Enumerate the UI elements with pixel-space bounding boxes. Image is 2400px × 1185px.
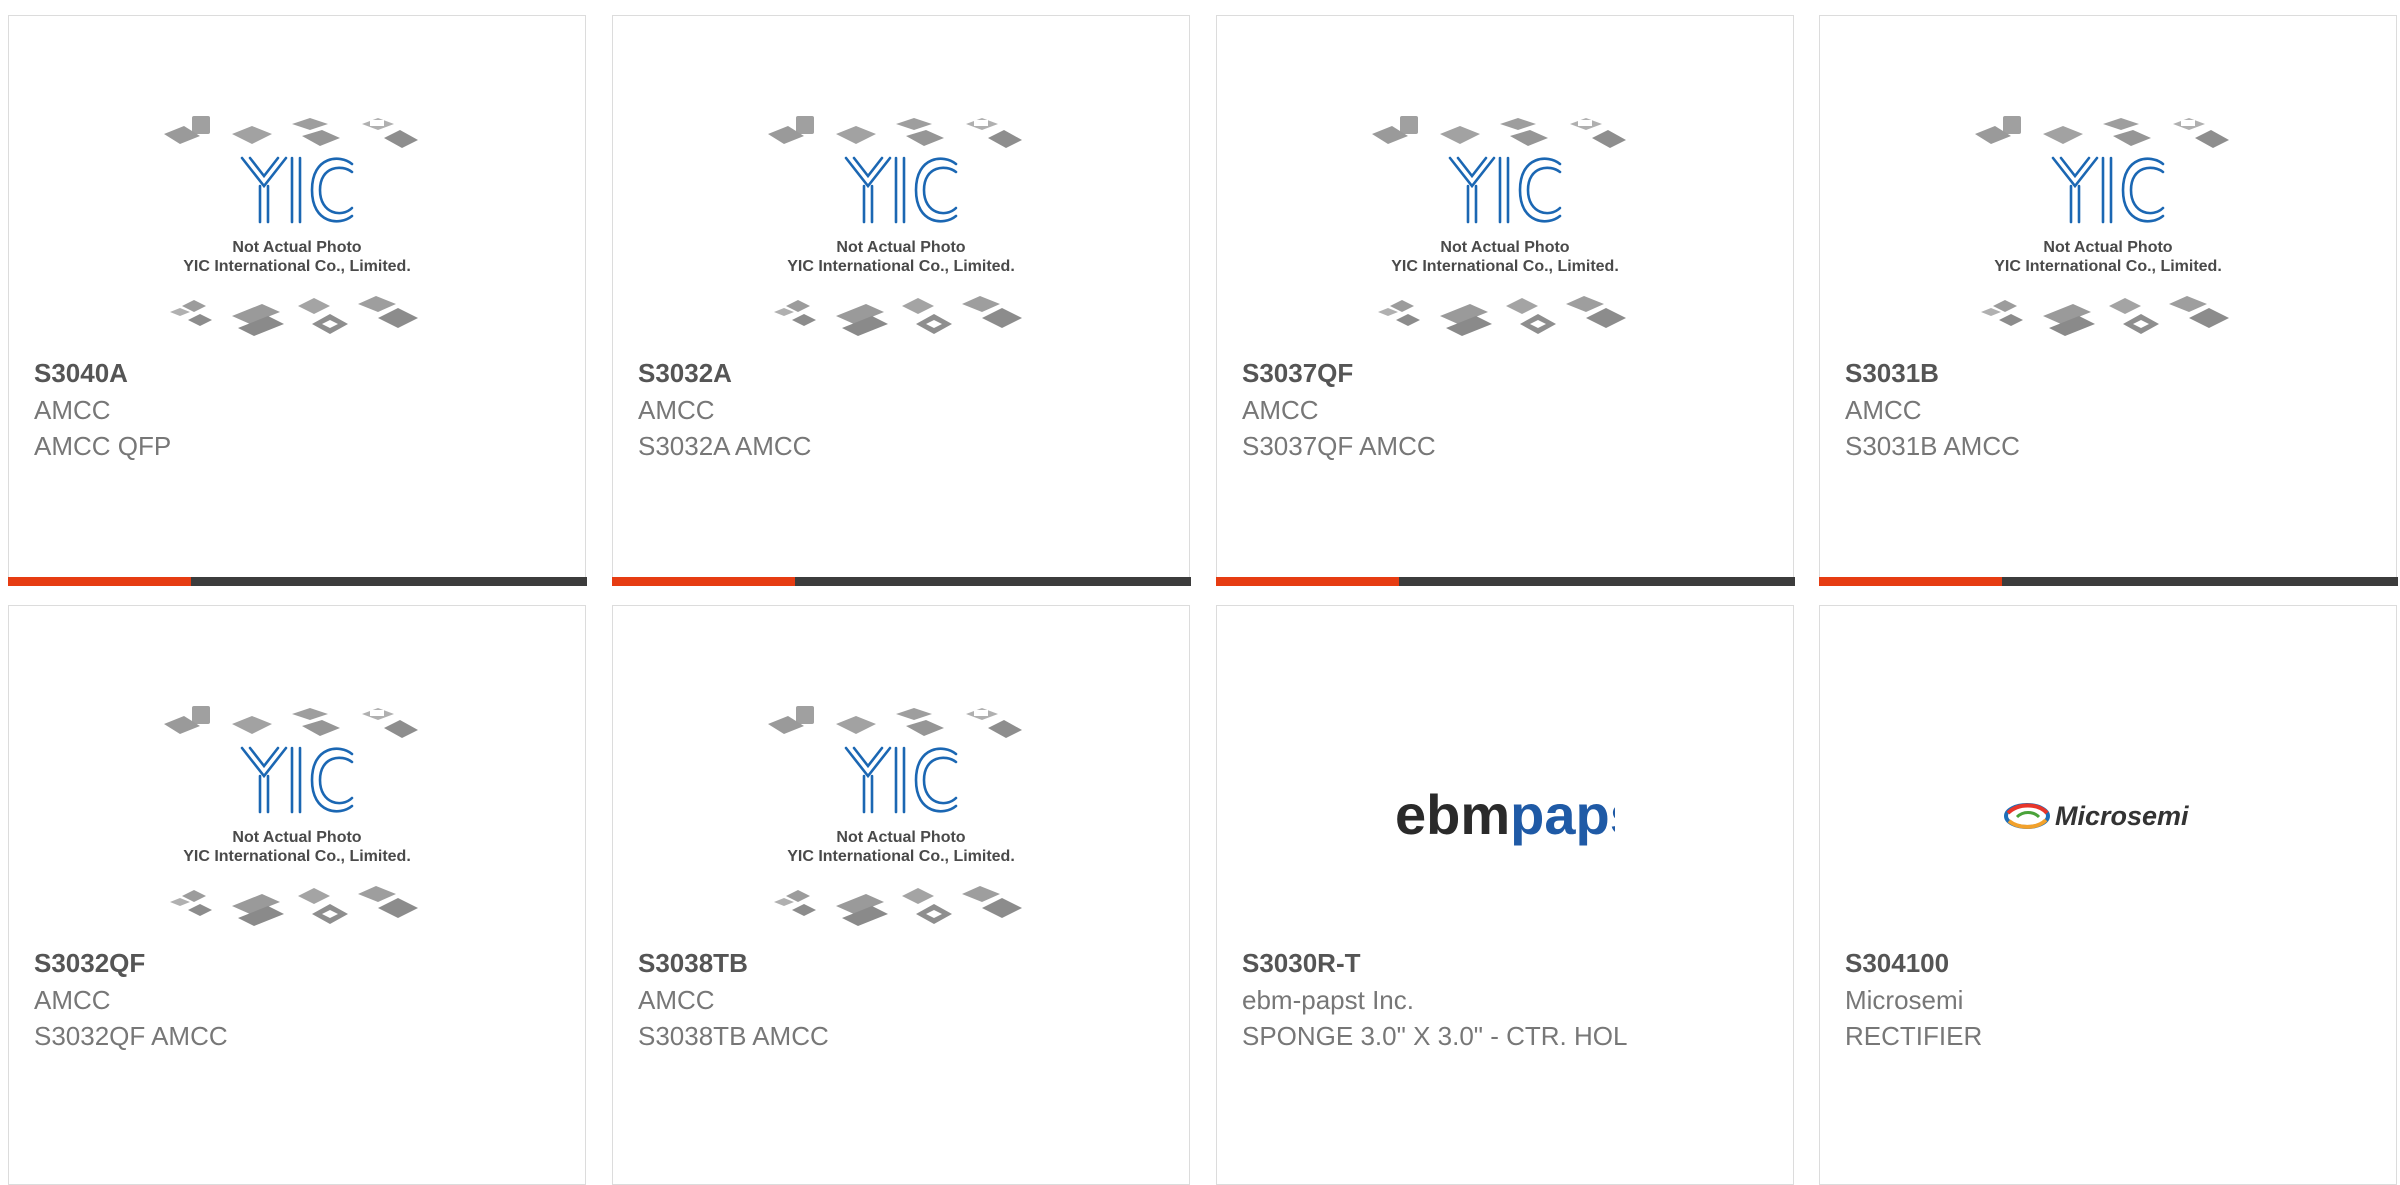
logo-text-microsemi: Microsemi <box>2055 801 2189 831</box>
part-number[interactable]: S3032QF <box>34 945 565 982</box>
svg-text:ebmpapst: ebmpapst <box>1395 783 1615 846</box>
placeholder-line2: YIC International Co., Limited. <box>1391 258 1619 275</box>
product-image: Not Actual Photo YIC International Co., … <box>613 91 1189 361</box>
product-image: Not Actual Photo YIC International Co., … <box>9 91 585 361</box>
product-card[interactable]: Not Actual Photo YIC International Co., … <box>7 15 587 586</box>
product-card[interactable]: Not Actual Photo YIC International Co., … <box>611 15 1191 586</box>
manufacturer: AMCC <box>638 395 715 425</box>
manufacturer: AMCC <box>1242 395 1319 425</box>
placeholder-line2: YIC International Co., Limited. <box>183 258 411 275</box>
description: S3037QF AMCC <box>1242 431 1436 461</box>
part-number[interactable]: S3037QF <box>1242 355 1773 392</box>
placeholder-line1: Not Actual Photo <box>1440 239 1569 256</box>
product-card[interactable]: Not Actual Photo YIC International Co., … <box>1818 15 2398 586</box>
placeholder-line2: YIC International Co., Limited. <box>787 258 1015 275</box>
card-accent <box>611 576 795 586</box>
product-card[interactable]: ebmpapst S3030R-T ebm-papst Inc. SPONGE … <box>1216 605 1794 1185</box>
description: S3031B AMCC <box>1845 431 2020 461</box>
part-number[interactable]: S3040A <box>34 355 565 392</box>
microsemi-logo: Microsemi <box>2004 801 2189 831</box>
product-image: Not Actual Photo YIC International Co., … <box>9 681 585 951</box>
part-number[interactable]: S304100 <box>1845 945 2376 982</box>
product-image: Not Actual Photo YIC International Co., … <box>613 681 1189 951</box>
logo-text-ebm: ebm <box>1395 783 1510 846</box>
product-card[interactable]: Microsemi S304100 Microsemi RECTIFIER <box>1819 605 2397 1185</box>
part-number[interactable]: S3038TB <box>638 945 1169 982</box>
card-bottom-bar <box>7 576 587 586</box>
card-bottom-bar <box>1215 576 1795 586</box>
placeholder-line1: Not Actual Photo <box>836 829 965 846</box>
product-card[interactable]: Not Actual Photo YIC International Co., … <box>8 605 586 1185</box>
ebmpapst-logo: ebmpapst <box>1395 783 1615 846</box>
manufacturer: AMCC <box>638 985 715 1015</box>
placeholder-line1: Not Actual Photo <box>2043 239 2172 256</box>
card-bottom-bar <box>611 576 1191 586</box>
description: SPONGE 3.0" X 3.0" - CTR. HOL <box>1242 1021 1628 1051</box>
part-number[interactable]: S3031B <box>1845 355 2376 392</box>
placeholder-line1: Not Actual Photo <box>232 829 361 846</box>
manufacturer: Microsemi <box>1845 985 1964 1015</box>
description: S3038TB AMCC <box>638 1021 829 1051</box>
placeholder-line2: YIC International Co., Limited. <box>183 848 411 865</box>
card-accent <box>7 576 191 586</box>
part-number[interactable]: S3030R-T <box>1242 945 1773 982</box>
manufacturer: AMCC <box>34 395 111 425</box>
product-image: ebmpapst <box>1217 681 1793 951</box>
card-bottom-bar <box>1818 576 2398 586</box>
product-image: Microsemi <box>1820 681 2396 951</box>
description: S3032QF AMCC <box>34 1021 228 1051</box>
manufacturer: ebm-papst Inc. <box>1242 985 1414 1015</box>
logo-text-papst: papst <box>1510 783 1615 846</box>
product-image: Not Actual Photo YIC International Co., … <box>1217 91 1793 361</box>
placeholder-line1: Not Actual Photo <box>232 239 361 256</box>
microsemi-swirl-icon <box>2004 803 2050 829</box>
product-image: Not Actual Photo YIC International Co., … <box>1820 91 2396 361</box>
card-accent <box>1215 576 1399 586</box>
placeholder-line2: YIC International Co., Limited. <box>1994 258 2222 275</box>
description: S3032A AMCC <box>638 431 812 461</box>
product-card[interactable]: Not Actual Photo YIC International Co., … <box>1215 15 1795 586</box>
manufacturer: AMCC <box>1845 395 1922 425</box>
product-card[interactable]: Not Actual Photo YIC International Co., … <box>612 605 1190 1185</box>
manufacturer: AMCC <box>34 985 111 1015</box>
part-number[interactable]: S3032A <box>638 355 1169 392</box>
card-accent <box>1818 576 2002 586</box>
description: RECTIFIER <box>1845 1021 1983 1051</box>
placeholder-line1: Not Actual Photo <box>836 239 965 256</box>
description: AMCC QFP <box>34 431 172 461</box>
placeholder-line2: YIC International Co., Limited. <box>787 848 1015 865</box>
